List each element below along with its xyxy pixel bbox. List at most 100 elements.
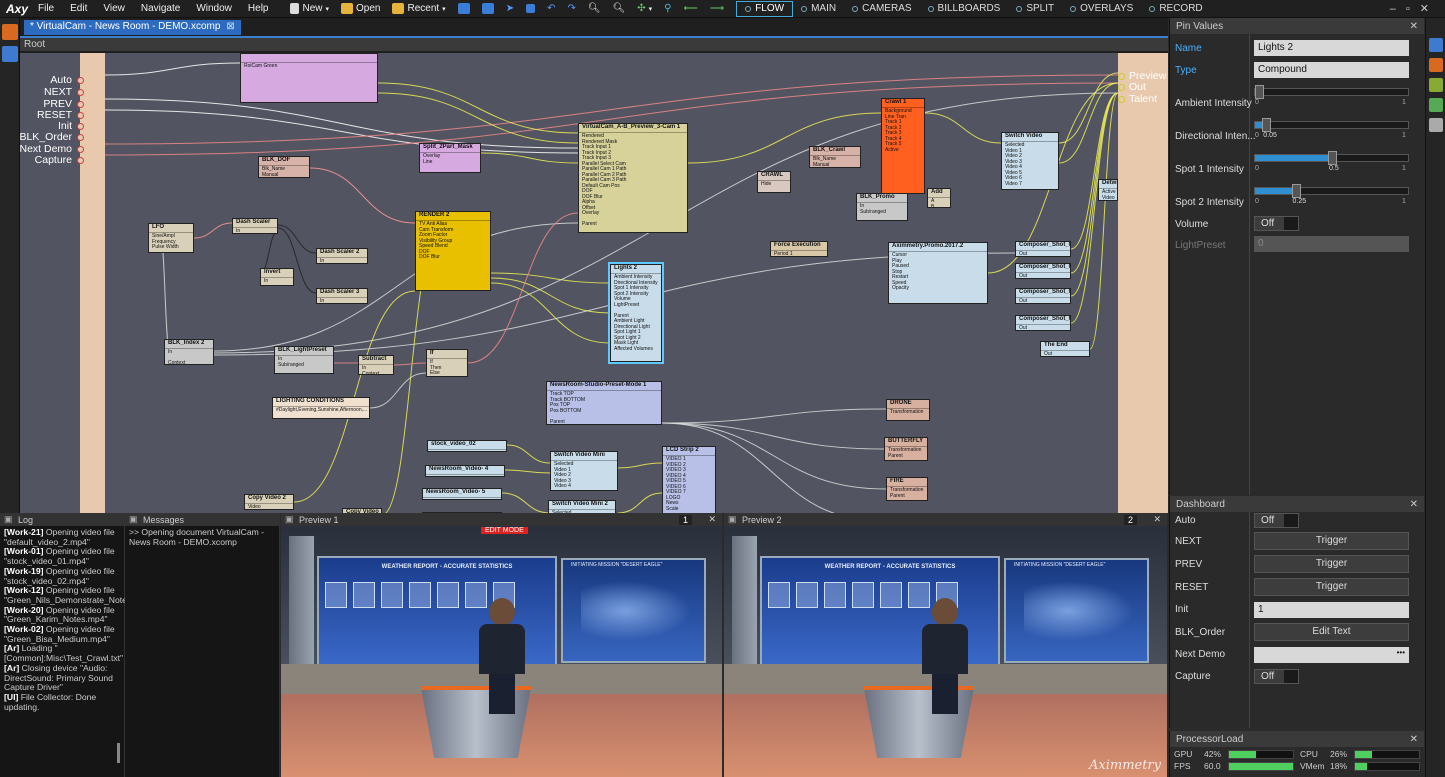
flow-node[interactable]: Dash Scaler In [232, 218, 278, 234]
layout-button[interactable]: ✣ ▾ [631, 1, 658, 17]
flow-node[interactable]: LFO Sine/Ampl Frequency Pulse Width [148, 223, 194, 253]
window-controls[interactable]: –▫✕ [1390, 2, 1439, 15]
dashboard-button[interactable]: Edit Text [1254, 623, 1409, 641]
flow-node[interactable]: If If Then Else [426, 349, 468, 377]
close-icon[interactable]: ⊠ [226, 21, 234, 34]
input-pin[interactable] [77, 157, 84, 164]
document-tab[interactable]: * VirtualCam - News Room - DEMO.xcomp ⊠ [24, 20, 241, 35]
scrollbar[interactable] [117, 743, 120, 763]
preview-number-select[interactable]: 2 [1123, 514, 1137, 525]
dashboard-button[interactable]: Trigger [1254, 578, 1409, 596]
close-icon[interactable]: ✕ [1410, 734, 1418, 745]
pointer-button[interactable]: ➤ [500, 1, 520, 17]
colors-icon[interactable] [1429, 78, 1443, 92]
mode-tab-billboards[interactable]: BILLBOARDS [920, 1, 1009, 17]
flow-canvas[interactable]: Auto NEXT PREV RESET Init BLK_Order Next Demo C… [20, 53, 1168, 513]
flow-node[interactable]: BLK_Index 2 In Context [164, 339, 214, 365]
preview-2-scene[interactable]: WEATHER REPORT - ACCURATE STATISTICS INIT… [724, 526, 1167, 777]
mode-tab-main[interactable]: MAIN [793, 1, 844, 17]
flow-node[interactable]: BLK_PromoIn Sub/ranged Context [856, 193, 908, 221]
flow-node[interactable]: Composer_Shot_03 Out [1015, 288, 1071, 304]
output-pin[interactable] [1118, 84, 1125, 91]
slider-thumb[interactable] [1291, 184, 1301, 198]
flow-node[interactable]: Dash Scaler 2 In [316, 248, 368, 264]
new-button[interactable]: New ▾ [284, 1, 335, 17]
menu-view[interactable]: View [95, 3, 133, 14]
dashboard-text-input[interactable]: ••• [1254, 647, 1409, 663]
flow-node[interactable]: DetwitActive Video [1098, 179, 1118, 201]
redo-button[interactable]: ↷ [561, 1, 581, 17]
intensity-slider[interactable] [1254, 151, 1409, 165]
flow-node[interactable]: LIGHTING CONDITIONS #Daylight,Evening,Sun… [272, 397, 370, 419]
intensity-slider[interactable] [1254, 184, 1409, 198]
volume-toggle[interactable]: Off [1254, 216, 1299, 231]
mode-tab-flow[interactable]: FLOW [736, 0, 794, 17]
flow-node[interactable]: Aximmetry.Promo.2017.2 Cursor Play Paused… [888, 242, 988, 304]
back-button[interactable]: ⟵ [678, 1, 704, 17]
input-pin[interactable] [77, 146, 84, 153]
input-pin[interactable] [77, 101, 84, 108]
flow-node[interactable]: Force Execution Period 1 [770, 241, 828, 257]
properties-icon[interactable] [1429, 38, 1443, 52]
slider-thumb[interactable] [1255, 85, 1264, 99]
flow-editor-icon[interactable] [2, 24, 18, 40]
stop-button[interactable] [520, 1, 541, 17]
output-pin[interactable] [1118, 96, 1125, 103]
stack-icon[interactable] [1429, 58, 1443, 72]
flow-node[interactable]: Composer_Shot_02 Out [1015, 263, 1071, 279]
dashboard-number-input[interactable]: 1 [1254, 602, 1409, 618]
flow-node[interactable]: The End Out [1040, 341, 1090, 357]
save-button[interactable] [452, 1, 476, 17]
more-icon[interactable]: ••• [1397, 648, 1405, 657]
flow-node[interactable]: NewsRoom-Studio-Preset-Mode 1 Track TOP T… [546, 381, 662, 425]
close-icon[interactable]: ✕ [1410, 21, 1418, 32]
flow-node[interactable]: Dash Scaler 3 In [316, 288, 368, 304]
preview-number-select[interactable]: 1 [678, 514, 692, 525]
save-all-button[interactable] [476, 1, 500, 17]
breadcrumb-root[interactable]: Root [20, 39, 45, 50]
menu-window[interactable]: Window [188, 3, 240, 14]
mode-tab-overlays[interactable]: OVERLAYS [1062, 1, 1141, 17]
zoom-out-button[interactable]: 🔍︎ [607, 1, 632, 17]
input-pin[interactable] [77, 134, 84, 141]
flow-node[interactable]: Switch Video Mini 2Selected Video 1 Vide… [548, 500, 616, 513]
input-pin[interactable] [77, 123, 84, 130]
flow-node[interactable]: BLK_LightPresetIn Sub/ranged Context [274, 346, 334, 374]
dashboard-toggle[interactable]: Off [1254, 669, 1299, 684]
list-icon[interactable] [1429, 118, 1443, 132]
dashboard-toggle[interactable]: Off [1254, 513, 1299, 528]
slider-thumb[interactable] [1328, 151, 1337, 165]
dashboard-button[interactable]: Trigger [1254, 532, 1409, 550]
flow-node[interactable]: Invert In [260, 268, 294, 286]
intensity-slider[interactable] [1254, 85, 1409, 99]
flow-node[interactable]: BLK_Crawl Blk_Name Manual [809, 146, 861, 168]
flow-node[interactable]: FIRE Transformation Parent [886, 477, 928, 501]
flow-node[interactable]: stock_video_02 [427, 440, 507, 452]
flow-node[interactable]: Copy Video 2 Video [244, 494, 294, 510]
flow-node[interactable]: DRONE Transformation [886, 399, 930, 421]
mode-tab-cameras[interactable]: CAMERAS [844, 1, 919, 17]
dashboard-button[interactable]: Trigger [1254, 555, 1409, 573]
flow-node[interactable]: Add A B [927, 188, 951, 208]
intensity-slider[interactable] [1254, 118, 1409, 132]
slider-thumb[interactable] [1262, 118, 1272, 132]
menu-help[interactable]: Help [240, 3, 277, 14]
flow-node[interactable]: Lights 2 Ambient Intensity Directional In… [608, 262, 664, 364]
input-pin[interactable] [77, 112, 84, 119]
flow-node[interactable]: Subtract In Context [358, 355, 394, 375]
flow-node[interactable]: LCD Strip 2 VIDEO 1 VIDEO 2 VIDEO 3 VIDEO… [662, 446, 716, 513]
flow-node[interactable]: CRAWL Hide [757, 171, 791, 193]
flow-node[interactable]: Split_2Part_Mask Overlay Line [419, 143, 481, 173]
flow-node[interactable]: Composer_Shot_01 Out [1015, 241, 1071, 257]
flow-node[interactable]: BUTTERFLY Transformation Parent [884, 437, 928, 461]
name-field[interactable]: Lights 2 [1254, 40, 1409, 56]
output-pin[interactable] [1118, 73, 1125, 80]
mode-tab-record[interactable]: RECORD [1141, 1, 1210, 17]
close-icon[interactable]: ✕ [1410, 499, 1418, 510]
input-pin[interactable] [77, 89, 84, 96]
menu-navigate[interactable]: Navigate [133, 3, 188, 14]
close-icon[interactable]: ✕ [1153, 514, 1161, 525]
flow-node[interactable]: VirtualCam_A-B_Preview_3-Cam 1 Rendered R… [578, 123, 688, 233]
flow-node[interactable]: Switch Video Selected Video 1 Video 2 Vid… [1001, 132, 1059, 190]
menu-file[interactable]: File [30, 3, 62, 14]
